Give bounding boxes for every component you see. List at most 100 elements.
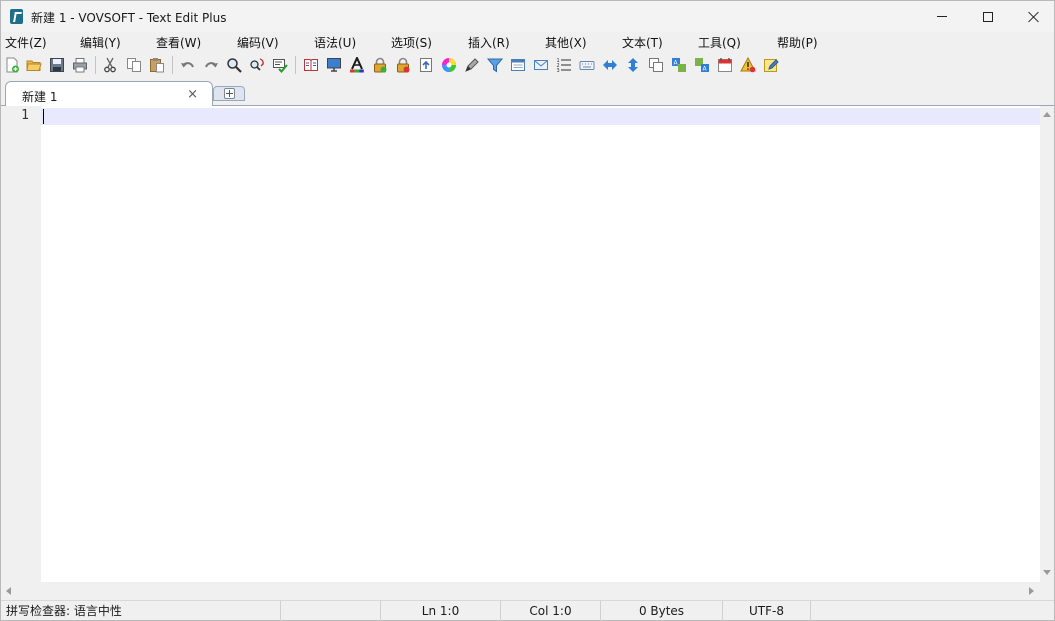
font-color-icon (350, 57, 364, 73)
tab-close-icon[interactable]: × (187, 87, 198, 102)
list-button[interactable]: 123 (554, 55, 574, 75)
status-bar: 拼写检查器: 语言中性 Ln 1:0 Col 1:0 0 Bytes UTF-8 (1, 600, 1054, 621)
menu-tools[interactable]: 工具(Q) (698, 34, 741, 51)
redo-button[interactable] (201, 55, 221, 75)
status-column-text: Col 1:0 (529, 604, 572, 618)
copy-button[interactable] (124, 55, 144, 75)
menu-other[interactable]: 其他(X) (545, 34, 587, 51)
replace-button[interactable] (247, 55, 267, 75)
scroll-left-icon[interactable] (6, 587, 11, 595)
menu-insert[interactable]: 插入(R) (468, 34, 510, 51)
calendar-button[interactable] (715, 55, 735, 75)
undo-button[interactable] (178, 55, 198, 75)
duplicate-button[interactable] (646, 55, 666, 75)
status-column: Col 1:0 (501, 601, 601, 621)
list-icon: 123 (557, 58, 571, 73)
monitor-button[interactable] (324, 55, 344, 75)
book-icon (304, 59, 318, 71)
new-file-button[interactable] (2, 55, 22, 75)
scroll-down-icon[interactable] (1043, 570, 1051, 575)
unlock-icon (397, 57, 410, 73)
horizontal-scrollbar[interactable] (1, 582, 1040, 599)
menu-help[interactable]: 帮助(P) (777, 34, 818, 51)
redo-icon (205, 62, 218, 68)
lock-button[interactable] (370, 55, 390, 75)
open-file-button[interactable] (24, 55, 44, 75)
text-caret (43, 109, 44, 124)
arrow-down-button[interactable] (623, 55, 643, 75)
status-size-text: 0 Bytes (638, 604, 685, 618)
book-button[interactable] (301, 55, 321, 75)
paste-button[interactable] (147, 55, 167, 75)
editor-area[interactable]: 1 (1, 106, 1040, 582)
status-size: 0 Bytes (601, 601, 723, 621)
keyboard-button[interactable] (577, 55, 597, 75)
status-line-text: Ln 1:0 (421, 604, 460, 618)
menu-bar: 文件(Z) 编辑(Y) 查看(W) 编码(V) 语法(U) 选项(S) 插入(R… (1, 32, 1054, 52)
scroll-right-icon[interactable] (1029, 587, 1034, 595)
menu-encoding[interactable]: 编码(V) (237, 34, 279, 51)
translate-button[interactable]: A (669, 55, 689, 75)
status-spellcheck-text: 拼写检查器: 语言中性 (6, 604, 122, 618)
print-button[interactable] (70, 55, 90, 75)
warning-button[interactable] (738, 55, 758, 75)
edit-note-button[interactable] (761, 55, 781, 75)
menu-options[interactable]: 选项(S) (391, 34, 432, 51)
color-picker-button[interactable] (439, 55, 459, 75)
menu-view[interactable]: 查看(W) (156, 34, 201, 51)
upload-button[interactable] (416, 55, 436, 75)
translate-alt-button[interactable]: A (692, 55, 712, 75)
unlock-button[interactable] (393, 55, 413, 75)
toolbar-separator (295, 56, 296, 74)
status-empty (281, 601, 381, 621)
add-tab-icon (223, 88, 235, 99)
pen-icon (465, 58, 479, 72)
tab-document[interactable]: 新建 1 × (5, 81, 213, 107)
pen-button[interactable] (462, 55, 482, 75)
warning-icon (740, 57, 756, 73)
minimize-button[interactable] (919, 1, 965, 32)
save-icon (50, 58, 64, 72)
tab-bar: 新建 1 × (1, 79, 1054, 107)
toolbar-separator (95, 56, 96, 74)
menu-syntax[interactable]: 语法(U) (314, 34, 356, 51)
vertical-scrollbar[interactable] (1040, 106, 1054, 582)
save-button[interactable] (47, 55, 67, 75)
cut-button[interactable] (100, 55, 120, 75)
copy-icon (127, 58, 141, 72)
find-icon (227, 58, 242, 73)
arrow-right-button[interactable] (600, 55, 620, 75)
paste-icon (150, 58, 164, 73)
menu-edit[interactable]: 编辑(Y) (80, 34, 121, 51)
filter-button[interactable] (485, 55, 505, 75)
status-spellcheck: 拼写检查器: 语言中性 (1, 601, 281, 621)
find-button[interactable] (224, 55, 244, 75)
font-color-button[interactable] (347, 55, 367, 75)
status-encoding-text: UTF-8 (749, 604, 784, 618)
mail-icon (534, 60, 548, 70)
mail-button[interactable] (531, 55, 551, 75)
menu-file[interactable]: 文件(Z) (5, 34, 47, 51)
arrow-down-icon (628, 58, 638, 72)
print-icon (73, 58, 87, 73)
monitor-icon (327, 58, 341, 72)
new-tab-button[interactable] (213, 86, 245, 101)
maximize-button[interactable] (965, 1, 1011, 32)
close-button[interactable] (1011, 1, 1055, 32)
toolbar: 123 A A (1, 53, 1054, 77)
keyboard-icon (579, 61, 595, 70)
status-line: Ln 1:0 (381, 601, 501, 621)
window-title: 新建 1 - VOVSOFT - Text Edit Plus (31, 11, 227, 25)
svg-text:3: 3 (557, 68, 560, 73)
status-encoding: UTF-8 (723, 601, 811, 621)
menu-text[interactable]: 文本(T) (622, 34, 663, 51)
undo-icon (181, 62, 194, 68)
current-line-highlight (41, 108, 1040, 125)
open-folder-icon (26, 60, 42, 71)
arrow-right-icon (603, 60, 617, 70)
spellcheck-button[interactable] (270, 55, 290, 75)
maximize-icon (983, 11, 993, 22)
scroll-up-icon[interactable] (1043, 112, 1051, 117)
cut-icon (104, 57, 116, 73)
window-button[interactable] (508, 55, 528, 75)
